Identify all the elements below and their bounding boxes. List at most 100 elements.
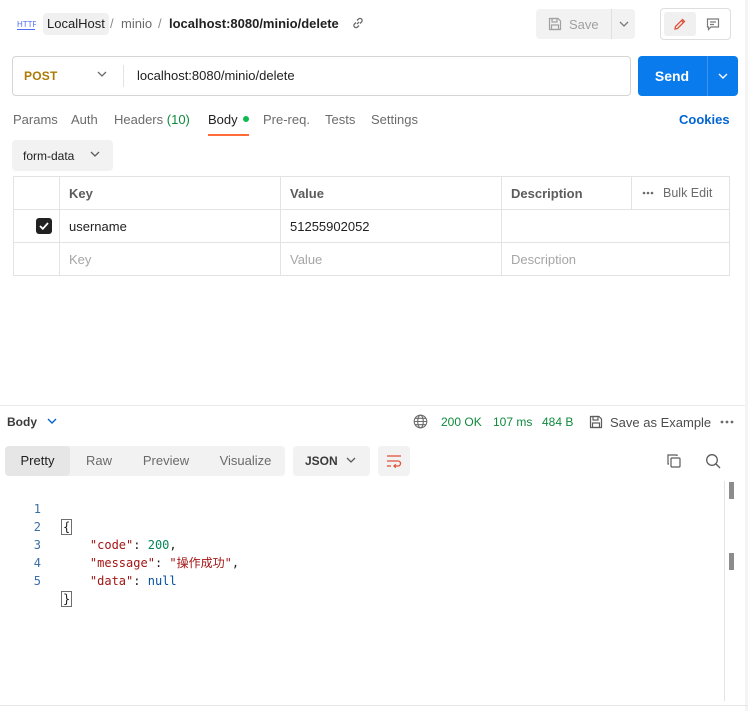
pencil-icon	[674, 18, 686, 30]
row-checkbox-cell	[14, 243, 59, 275]
tab-body-label: Body	[208, 112, 238, 127]
header-cell	[14, 177, 59, 209]
save-group: Save	[536, 9, 635, 39]
tab-params[interactable]: Params	[13, 110, 58, 136]
scrollbar-thumb[interactable]	[729, 482, 734, 499]
send-group: Send	[638, 56, 738, 96]
chevron-down-icon	[90, 151, 100, 157]
save-button[interactable]: Save	[536, 9, 610, 39]
divider	[123, 65, 124, 87]
send-options-button[interactable]	[708, 56, 738, 96]
response-body-viewer[interactable]: 1 { 2 "code": 200, 3 "message": "操作成功", …	[0, 481, 724, 701]
cookies-link[interactable]: Cookies	[679, 110, 730, 130]
status-code[interactable]: 200 OK	[441, 413, 482, 431]
row-checkbox[interactable]	[36, 218, 52, 234]
wrap-lines-icon	[387, 455, 402, 468]
tab-preview[interactable]: Preview	[130, 446, 202, 476]
edit-mode-button[interactable]	[664, 12, 696, 36]
json-key: "data"	[89, 574, 134, 588]
save-options-button[interactable]	[611, 9, 635, 39]
body-type-select[interactable]: form-data	[12, 140, 113, 171]
bulk-edit-label: Bulk Edit	[663, 186, 713, 200]
line-number: 5	[33, 574, 41, 588]
headers-count: (10)	[166, 112, 190, 127]
chevron-down-icon	[619, 21, 628, 27]
globe-icon[interactable]	[413, 414, 428, 429]
svg-text:HTTP: HTTP	[17, 20, 36, 29]
row-checkbox-cell	[14, 210, 59, 242]
url-input[interactable]: localhost:8080/minio/delete	[137, 57, 295, 95]
request-title[interactable]: localhost:8080/minio/delete	[169, 13, 339, 35]
tab-headers[interactable]: Headers (10)	[114, 110, 190, 136]
response-time[interactable]: 107 ms	[493, 413, 532, 431]
scrollbar-track	[724, 481, 725, 701]
tab-auth[interactable]: Auth	[71, 110, 98, 136]
new-key-input[interactable]: Key	[59, 243, 280, 275]
tab-raw[interactable]: Raw	[70, 446, 128, 476]
format-select[interactable]: JSON	[293, 446, 370, 476]
bulk-edit-button[interactable]: Bulk Edit	[631, 177, 729, 209]
copy-icon[interactable]	[666, 453, 682, 469]
method-label: POST	[24, 69, 58, 83]
chevron-down-icon	[97, 71, 107, 77]
tab-body[interactable]: Body	[208, 110, 249, 136]
code-line: 4 "data": null	[0, 536, 700, 588]
tab-visualize[interactable]: Visualize	[206, 446, 285, 476]
wrap-lines-button[interactable]	[378, 446, 410, 476]
json-brace-close: }	[61, 591, 73, 607]
response-view-tabs: Pretty Raw Preview Visualize	[5, 446, 285, 476]
body-type-label: form-data	[23, 148, 75, 163]
search-icon[interactable]	[705, 453, 721, 469]
new-value-input[interactable]: Value	[280, 243, 501, 275]
http-request-icon: HTTP	[16, 16, 36, 32]
check-icon	[39, 222, 49, 230]
save-icon	[589, 415, 603, 429]
tab-pretty[interactable]: Pretty	[5, 446, 70, 476]
tab-settings[interactable]: Settings	[371, 110, 418, 136]
breadcrumb-collection[interactable]: LocalHost	[43, 13, 109, 35]
modified-dot	[242, 116, 249, 122]
format-label: JSON	[305, 454, 338, 468]
more-horizontal-icon[interactable]	[720, 420, 734, 424]
comments-button[interactable]	[697, 12, 729, 36]
top-bar: HTTP LocalHost / minio / localhost:8080/…	[0, 0, 748, 48]
row-value[interactable]: 51255902052	[280, 210, 501, 242]
json-value: null	[147, 574, 177, 588]
save-as-example-label: Save as Example	[610, 414, 712, 430]
tab-prereq[interactable]: Pre-req.	[263, 110, 310, 136]
link-icon[interactable]	[351, 16, 365, 30]
chevron-down-icon	[718, 73, 728, 79]
code-line: 1 {	[0, 482, 700, 535]
breadcrumb-folder[interactable]: minio	[121, 13, 152, 35]
header-key: Key	[59, 177, 280, 209]
send-button[interactable]: Send	[638, 56, 706, 96]
header-value: Value	[280, 177, 501, 209]
code-line: 3 "message": "操作成功",	[0, 518, 700, 570]
scrollbar-marker	[729, 553, 734, 570]
table-header-row: Key Value Description Bulk Edit	[14, 177, 729, 210]
url-bar: POST localhost:8080/minio/delete	[12, 56, 631, 96]
breadcrumb-separator: /	[110, 16, 114, 31]
chevron-down-icon	[346, 457, 356, 463]
save-as-example-button[interactable]: Save as Example	[589, 413, 711, 431]
more-horizontal-icon	[642, 191, 654, 195]
table-row: username 51255902052	[14, 210, 729, 243]
chevron-down-icon[interactable]	[47, 418, 57, 424]
header-description: Description	[501, 177, 631, 209]
table-row-empty: Key Value Description	[14, 243, 729, 275]
divider	[0, 705, 748, 706]
breadcrumb-separator: /	[158, 16, 162, 31]
row-key[interactable]: username	[59, 210, 280, 242]
code-line: 5 }	[0, 554, 700, 607]
divider	[0, 405, 748, 406]
form-data-table: Key Value Description Bulk Edit username…	[13, 176, 730, 276]
comment-icon	[706, 18, 720, 31]
mode-toggle	[660, 8, 731, 40]
row-description[interactable]	[501, 210, 729, 242]
response-body-label[interactable]: Body	[7, 413, 37, 431]
tab-tests[interactable]: Tests	[325, 110, 355, 136]
save-icon	[548, 17, 562, 31]
new-description-input[interactable]: Description	[501, 243, 729, 275]
response-size[interactable]: 484 B	[542, 413, 573, 431]
code-line: 2 "code": 200,	[0, 500, 700, 552]
